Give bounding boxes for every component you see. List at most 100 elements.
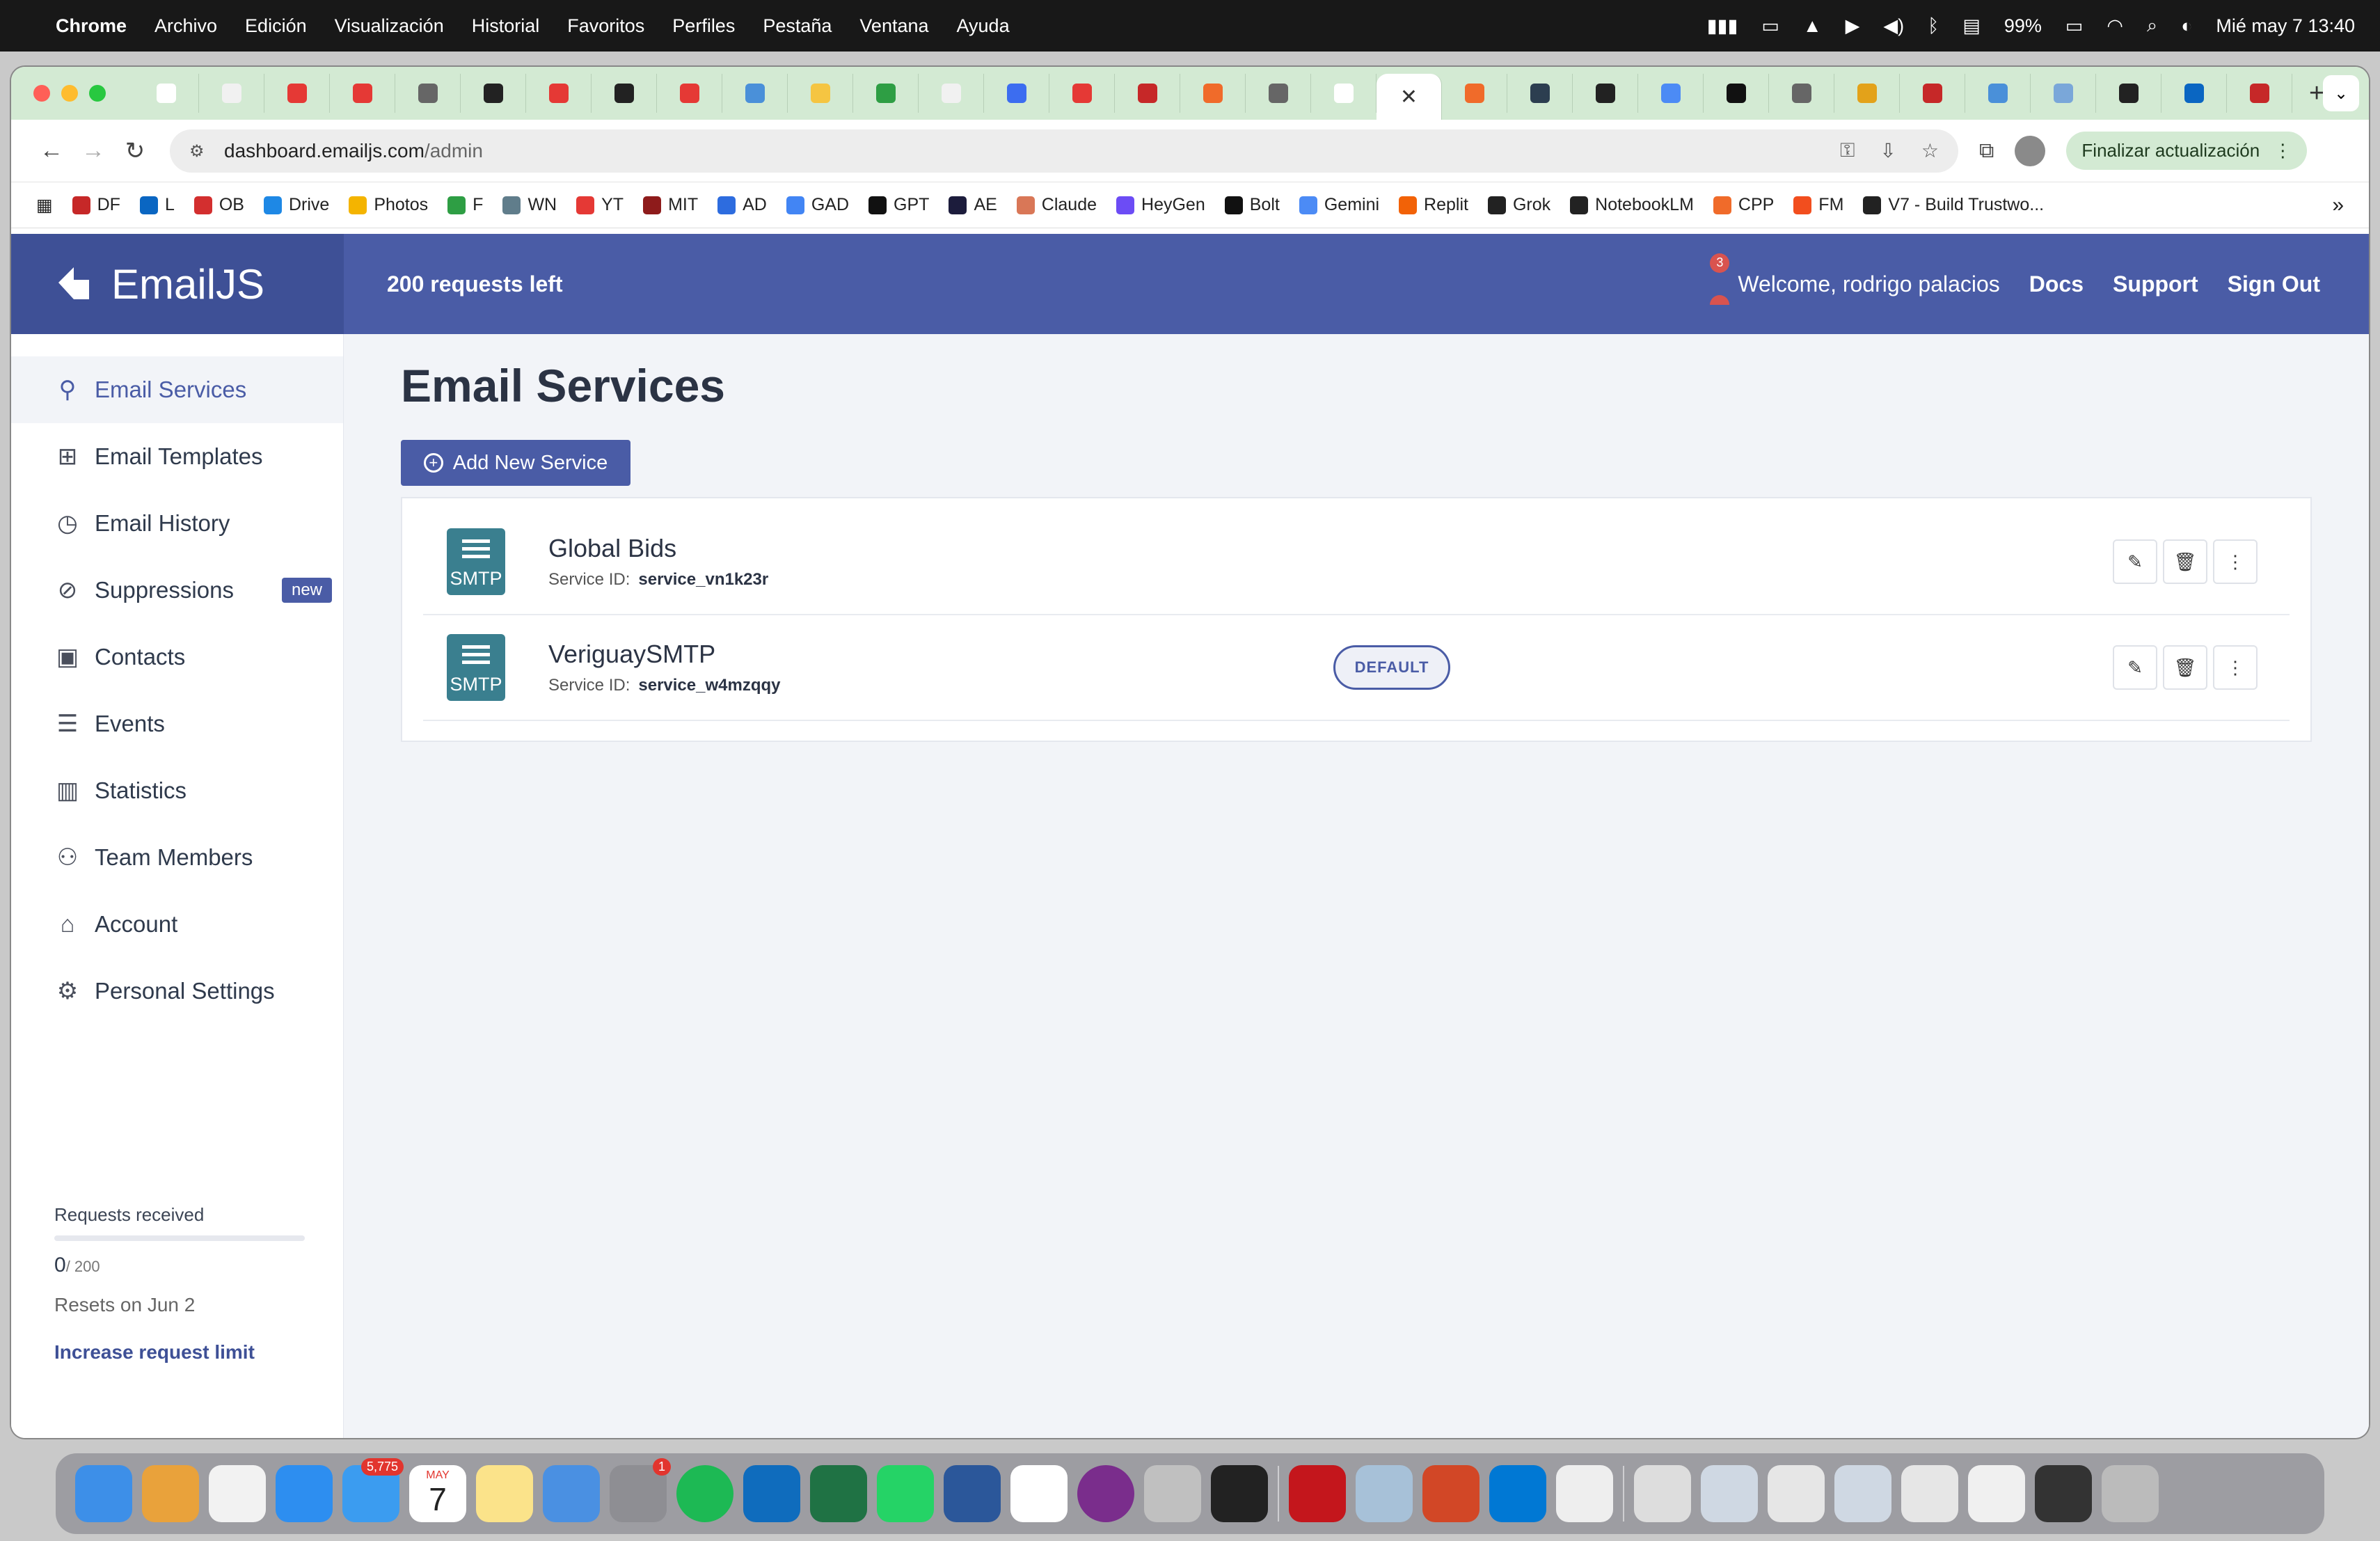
browser-tab[interactable] [1638, 74, 1704, 113]
document-thumbnail-icon[interactable] [1634, 1465, 1691, 1522]
notes-icon[interactable] [476, 1465, 533, 1522]
menu-pestana[interactable]: Pestaña [763, 15, 832, 37]
extensions-icon[interactable]: ⧉ [1979, 139, 1994, 163]
minimize-window-icon[interactable] [61, 85, 78, 102]
play-icon[interactable]: ▶ [1846, 15, 1860, 37]
menu-historial[interactable]: Historial [472, 15, 540, 37]
finder-icon[interactable] [75, 1465, 132, 1522]
safari-icon[interactable] [276, 1465, 333, 1522]
edit-pencil-icon[interactable]: ✎ [2113, 539, 2157, 584]
browser-tab[interactable] [853, 74, 919, 113]
outlook-icon[interactable] [743, 1465, 800, 1522]
service-row[interactable]: SMTP VeriguaySMTP Service ID: service_w4m… [423, 615, 2290, 721]
sidebar-item-email-templates[interactable]: ⊞ Email Templates [11, 423, 343, 490]
drive-icon[interactable]: ▲ [1803, 15, 1822, 37]
audio-wave-icon[interactable]: ▮▮▮ [1707, 15, 1738, 37]
minimized-window-icon[interactable] [2035, 1465, 2092, 1522]
bookmark-item[interactable]: V7 - Build Trustwo... [1863, 195, 2044, 215]
powerpoint-icon[interactable] [1422, 1465, 1479, 1522]
volume-icon[interactable]: ◀) [1883, 15, 1904, 37]
edit-pencil-icon[interactable]: ✎ [2113, 645, 2157, 690]
browser-tab[interactable] [330, 74, 395, 113]
bookmark-item[interactable]: Gemini [1299, 195, 1379, 215]
apps-grid-icon[interactable]: ▦ [36, 195, 53, 216]
minimized-window-icon[interactable] [1901, 1465, 1958, 1522]
menu-archivo[interactable]: Archivo [154, 15, 217, 37]
new-tab-button[interactable]: + [2309, 79, 2324, 109]
bookmark-item[interactable]: CPP [1713, 195, 1774, 215]
spotify-icon[interactable] [676, 1465, 733, 1522]
password-key-icon[interactable]: ⚿ [1840, 139, 1855, 162]
menu-perfiles[interactable]: Perfiles [672, 15, 735, 37]
sidebar-item-statistics[interactable]: ▥ Statistics [11, 757, 343, 824]
browser-tab[interactable] [592, 74, 657, 113]
browser-tab[interactable] [134, 74, 199, 113]
address-bar[interactable]: ⚙ dashboard.emailjs.com/admin ⚿ ⇩ ☆ [170, 129, 1958, 173]
tab-search-button[interactable]: ⌄ [2323, 75, 2359, 111]
service-name[interactable]: VeriguaySMTP [548, 640, 781, 669]
vscode-icon[interactable] [1489, 1465, 1546, 1522]
bookmark-item[interactable]: YT [576, 195, 624, 215]
calendar-7-icon[interactable] [1010, 1465, 1068, 1522]
bookmark-item[interactable]: Claude [1016, 195, 1097, 215]
bookmark-item[interactable]: NotebookLM [1570, 195, 1694, 215]
delete-trash-icon[interactable]: 🗑 [2163, 645, 2207, 690]
minimized-window-icon[interactable] [1701, 1465, 1758, 1522]
bookmark-item[interactable]: GPT [868, 195, 929, 215]
sidebar-item-contacts[interactable]: ▣ Contacts [11, 624, 343, 690]
browser-tab[interactable] [1049, 74, 1115, 113]
add-new-service-button[interactable]: + Add New Service [401, 440, 630, 486]
preview-icon[interactable] [1356, 1465, 1413, 1522]
bookmark-item[interactable]: MIT [643, 195, 698, 215]
browser-tab[interactable] [2031, 74, 2096, 113]
browser-tab[interactable] [919, 74, 984, 113]
bookmark-item[interactable]: FM [1793, 195, 1843, 215]
browser-tab[interactable] [199, 74, 264, 113]
launchpad-icon[interactable] [142, 1465, 199, 1522]
browser-tab[interactable] [1834, 74, 1900, 113]
wifi-icon[interactable]: ◠ [2107, 15, 2123, 37]
bookmark-item[interactable]: HeyGen [1116, 195, 1205, 215]
sidebar-item-account[interactable]: ⌂ Account [11, 891, 343, 958]
delete-trash-icon[interactable]: 🗑 [2163, 539, 2207, 584]
spotlight-search-icon[interactable]: ⌕ [2147, 15, 2157, 37]
more-bookmarks-icon[interactable]: » [2332, 193, 2344, 217]
close-window-icon[interactable] [33, 85, 50, 102]
acrobat-icon[interactable] [1289, 1465, 1346, 1522]
forward-arrow-icon[interactable]: → [72, 137, 114, 164]
browser-tab[interactable] [1246, 74, 1311, 113]
word-icon[interactable] [944, 1465, 1001, 1522]
active-tab[interactable]: ✕ [1377, 74, 1442, 120]
menu-ventana[interactable]: Ventana [859, 15, 928, 37]
menubar-clock[interactable]: Mié may 7 13:40 [2216, 15, 2355, 37]
browser-tab[interactable] [1573, 74, 1638, 113]
bookmark-item[interactable]: WN [502, 195, 557, 215]
sidebar-item-suppressions[interactable]: ⊘ Suppressions new [11, 557, 343, 624]
trash-icon[interactable] [2102, 1465, 2159, 1522]
textedit-icon[interactable] [1556, 1465, 1613, 1522]
browser-tab[interactable] [395, 74, 461, 113]
sidebar-item-email-services[interactable]: ⚲ Email Services [11, 356, 343, 423]
browser-tab[interactable] [788, 74, 853, 113]
battery-icon[interactable]: ▭ [2065, 15, 2084, 37]
support-link[interactable]: Support [2113, 271, 2198, 297]
browser-tab[interactable] [526, 74, 592, 113]
circle-app-icon[interactable] [1077, 1465, 1134, 1522]
bookmark-item[interactable]: Bolt [1224, 195, 1280, 215]
docs-link[interactable]: Docs [2029, 271, 2084, 297]
system-settings-icon[interactable]: 1 [610, 1458, 671, 1522]
more-options-icon[interactable]: ⋮ [2213, 539, 2258, 584]
browser-tab[interactable] [2227, 74, 2292, 113]
bookmark-item[interactable]: AD [717, 195, 767, 215]
browser-tab[interactable] [1115, 74, 1180, 113]
bookmark-item[interactable]: Photos [349, 195, 428, 215]
browser-tab[interactable] [264, 74, 330, 113]
bookmark-item[interactable]: Replit [1399, 195, 1468, 215]
more-options-icon[interactable]: ⋮ [2213, 645, 2258, 690]
keyboard-icon[interactable]: ▤ [1962, 15, 1981, 37]
bookmark-item[interactable]: OB [193, 195, 244, 215]
service-name[interactable]: Global Bids [548, 534, 768, 563]
sign-out-link[interactable]: Sign Out [2228, 271, 2320, 297]
zoom-window-icon[interactable] [89, 85, 106, 102]
keynote-icon[interactable] [543, 1465, 600, 1522]
